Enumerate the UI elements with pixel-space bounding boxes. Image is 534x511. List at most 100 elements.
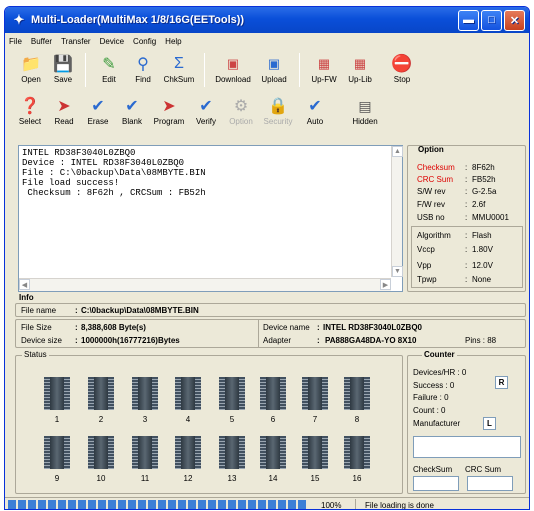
option-usb-value: MMU0001 [472, 213, 509, 222]
erase-button[interactable]: ✔ Erase [81, 95, 115, 131]
progress-segment [88, 500, 96, 509]
site-3-socket [132, 377, 158, 410]
progress-segment [158, 500, 166, 509]
auto-icon: ✔ [308, 98, 322, 115]
scroll-up-icon[interactable]: ▲ [392, 146, 403, 157]
progress-segment [58, 500, 66, 509]
select-button[interactable]: ❓ Select [13, 95, 47, 131]
hidden-button[interactable]: ▤ Hidden [345, 95, 385, 131]
counter-crcsum-label: CRC Sum [465, 465, 502, 474]
option-vpp-value: 12.0V [472, 261, 493, 270]
open-label: Open [21, 75, 41, 84]
stop-label: Stop [393, 75, 411, 84]
site-6-socket [260, 377, 286, 410]
toolbar-separator [299, 53, 300, 87]
progress-segment [218, 500, 226, 509]
menu-help[interactable]: Help [165, 37, 181, 46]
scroll-left-icon[interactable]: ◀ [19, 279, 30, 290]
auto-button[interactable]: ✔ Auto [297, 95, 333, 131]
option-vccp-label: Vccp [417, 245, 435, 254]
manufacturer-field[interactable] [413, 436, 521, 458]
info-devsize-label: Device size [21, 336, 62, 345]
progress-segment [68, 500, 76, 509]
progress-segment [148, 500, 156, 509]
read-label: Read [54, 117, 74, 126]
menu-bar: File Buffer Transfer Device Config Help [5, 33, 529, 50]
progress-segment [8, 500, 16, 509]
log-vertical-scrollbar[interactable]: ▲ ▼ [391, 146, 403, 277]
counter-checksum-label: CheckSum [413, 465, 453, 474]
title-bar[interactable]: ✦ Multi-Loader(MultiMax 1/8/16G(EETools)… [5, 7, 529, 33]
option-usb-sep: : [465, 213, 468, 222]
upload-button[interactable]: ▣ Upload [255, 53, 293, 89]
progress-segment [138, 500, 146, 509]
log-horizontal-scrollbar[interactable]: ◀ ▶ [19, 278, 391, 291]
upload-label: Upload [261, 75, 287, 84]
open-button[interactable]: 📁 Open [15, 53, 47, 89]
maximize-button[interactable]: □ [481, 9, 502, 31]
info-title: Info [19, 293, 34, 302]
progress-segment [288, 500, 296, 509]
hidden-icon: ▤ [358, 97, 372, 114]
save-button[interactable]: 💾 Save [47, 53, 79, 89]
edit-button[interactable]: ✎ Edit [92, 53, 126, 89]
site-9-socket [44, 436, 70, 469]
scroll-right-icon[interactable]: ▶ [380, 279, 391, 290]
progress-segment [198, 500, 206, 509]
site-15-number: 15 [310, 474, 320, 483]
find-label: Find [135, 75, 151, 84]
site-1-socket [44, 377, 70, 410]
read-button[interactable]: ➤ Read [47, 95, 81, 131]
program-button[interactable]: ➤ Program [149, 95, 189, 131]
option-crc-label: CRC Sum [417, 175, 454, 184]
option-button[interactable]: ⚙ Option [223, 95, 259, 131]
counter-lock-button[interactable]: L [483, 417, 496, 430]
progress-bar [8, 498, 308, 509]
verify-button[interactable]: ✔ Verify [189, 95, 223, 131]
security-button[interactable]: 🔒 Security [259, 95, 297, 131]
counter-crcsum-field[interactable] [467, 476, 513, 491]
close-button[interactable]: ✕ [504, 9, 525, 31]
uplib-button[interactable]: ▦ Up-Lib [342, 53, 378, 89]
find-icon: ⚲ [137, 56, 149, 73]
counter-reset-button[interactable]: R [495, 376, 508, 389]
option-fw-value: 2.6f [472, 200, 486, 209]
menu-file[interactable]: File [9, 37, 22, 46]
info-filename-colon: : [75, 306, 78, 315]
blank-button[interactable]: ✔ Blank [115, 95, 149, 131]
find-button[interactable]: ⚲ Find [126, 53, 160, 89]
toolbar-separator [85, 53, 86, 87]
counter-checksum-field[interactable] [413, 476, 459, 491]
log-output[interactable]: INTEL RD38F3040L0ZBQ0 Device : INTEL RD3… [18, 145, 403, 292]
download-button[interactable]: ▣ Download [211, 53, 255, 89]
site-11-number: 11 [140, 474, 150, 483]
verify-icon: ✔ [199, 98, 213, 115]
menu-buffer[interactable]: Buffer [31, 37, 52, 46]
progress-segment [168, 500, 176, 509]
site-11-socket [132, 436, 158, 469]
option-sw-sep: : [465, 187, 468, 196]
sigma-icon: Σ [174, 55, 184, 72]
toolbar-separator [204, 53, 205, 87]
chksum-button[interactable]: Σ ChkSum [160, 53, 198, 89]
option-checksum-sep: : [465, 163, 468, 172]
site-1-number: 1 [54, 415, 60, 424]
scroll-down-icon[interactable]: ▼ [392, 266, 403, 277]
option-algo-label: Algorithm [417, 231, 451, 240]
info-filesize-value: 8,388,608 Byte(s) [81, 323, 146, 332]
security-icon: 🔒 [268, 98, 288, 115]
minimize-button[interactable]: ▬ [458, 9, 479, 31]
site-14-socket [260, 436, 286, 469]
menu-config[interactable]: Config [133, 37, 156, 46]
menu-transfer[interactable]: Transfer [61, 37, 91, 46]
progress-segment [98, 500, 106, 509]
menu-device[interactable]: Device [100, 37, 124, 46]
chksum-label: ChkSum [163, 75, 195, 84]
stop-button[interactable]: ⛔ Stop [384, 53, 420, 89]
upfw-button[interactable]: ▦ Up-FW [306, 53, 342, 89]
counter-manufacturer-label: Manufacturer [413, 419, 461, 428]
program-label: Program [153, 117, 185, 126]
site-13-socket [219, 436, 245, 469]
blank-label: Blank [121, 117, 142, 126]
progress-segment [248, 500, 256, 509]
